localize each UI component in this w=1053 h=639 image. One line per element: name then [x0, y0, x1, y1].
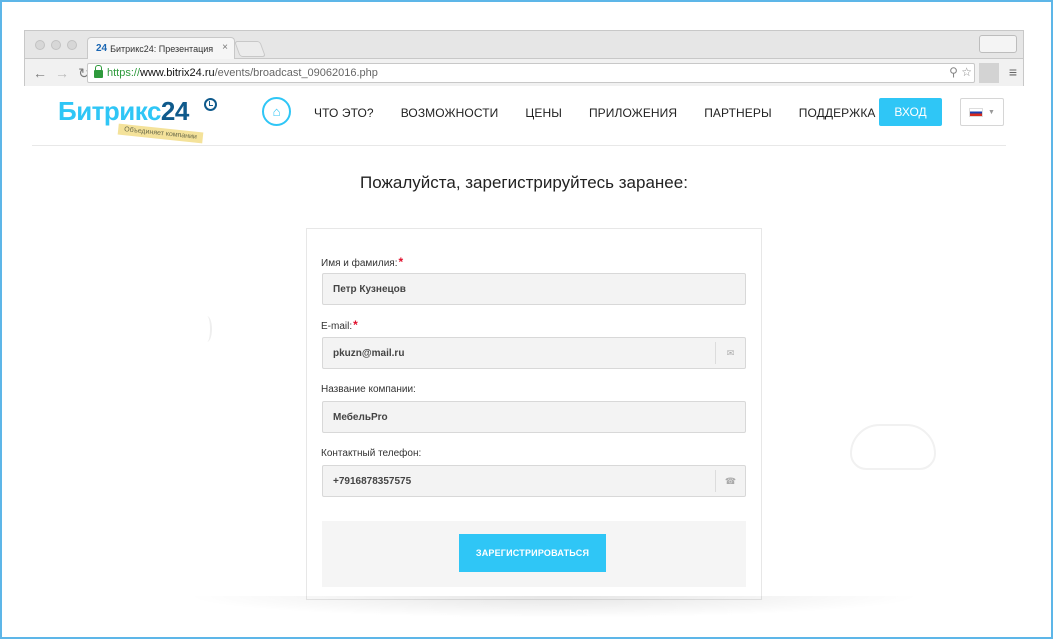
url-protocol: https:// — [107, 67, 141, 79]
chevron-down-icon: ▼ — [988, 108, 995, 116]
email-input[interactable]: pkuzn@mail.ru ✉ — [322, 337, 746, 369]
logo-text: Битрикс — [58, 96, 161, 126]
back-arrow-icon[interactable]: ← — [33, 65, 47, 81]
header-divider — [32, 145, 1006, 146]
decorative-arc — [202, 316, 212, 342]
nav-item-what[interactable]: ЧТО ЭТО? — [314, 106, 374, 120]
zoom-window-button[interactable] — [67, 40, 77, 50]
envelope-icon: ✉ — [715, 342, 745, 364]
main-nav: ЧТО ЭТО? ВОЗМОЖНОСТИ ЦЕНЫ ПРИЛОЖЕНИЯ ПАР… — [314, 106, 903, 120]
name-label-text: Имя и фамилия: — [321, 258, 398, 269]
browser-window: 24 Битрикс24: Презентация × ← → ↻ https:… — [24, 30, 1024, 86]
menu-icon[interactable]: ≡ — [1009, 64, 1017, 80]
nav-item-support[interactable]: ПОДДЕРЖКА — [799, 106, 876, 120]
browser-tab[interactable]: 24 Битрикс24: Презентация × — [87, 37, 235, 59]
nav-item-prices[interactable]: ЦЕНЫ — [525, 106, 562, 120]
register-button[interactable]: ЗАРЕГИСТРИРОВАТЬСЯ — [459, 534, 606, 572]
page-title: Пожалуйста, зарегистрируйтесь заранее: — [360, 173, 688, 192]
tab-bar: 24 Битрикс24: Презентация × — [25, 31, 1023, 59]
bookmark-star-icon[interactable]: ⚲ ☆ — [949, 65, 972, 79]
logo-number: 24 — [160, 96, 189, 126]
close-window-button[interactable] — [35, 40, 45, 50]
required-mark: * — [398, 255, 404, 269]
phone-value: +7916878357575 — [333, 475, 412, 487]
nav-item-apps[interactable]: ПРИЛОЖЕНИЯ — [589, 106, 677, 120]
company-value: МебельPro — [333, 411, 388, 423]
close-tab-icon[interactable]: × — [222, 42, 228, 53]
site-header: Битрикс24 Объединяет компании ⌂ ЧТО ЭТО?… — [24, 86, 1024, 146]
phone-input[interactable]: +7916878357575 ☎ — [322, 465, 746, 497]
submit-area: ЗАРЕГИСТРИРОВАТЬСЯ — [322, 521, 746, 587]
language-select[interactable]: ▼ — [960, 98, 1004, 126]
email-value: pkuzn@mail.ru — [333, 347, 405, 359]
window-controls — [35, 40, 77, 50]
tab-title: Битрикс24: Презентация — [110, 43, 214, 54]
registration-form: Имя и фамилия:* Петр Кузнецов E-mail:* p… — [306, 228, 762, 600]
clock-icon — [204, 98, 217, 111]
email-label: E-mail:* — [321, 318, 358, 332]
nav-item-partners[interactable]: ПАРТНЕРЫ — [704, 106, 772, 120]
phone-icon: ☎ — [715, 470, 745, 492]
minimize-window-button[interactable] — [51, 40, 61, 50]
name-input[interactable]: Петр Кузнецов — [322, 273, 746, 305]
decorative-cloud-icon — [850, 424, 936, 470]
company-input[interactable]: МебельPro — [322, 401, 746, 433]
home-icon: ⌂ — [272, 104, 281, 119]
new-tab-button[interactable] — [234, 41, 266, 57]
name-label: Имя и фамилия:* — [321, 255, 403, 269]
login-button[interactable]: ВХОД — [879, 98, 942, 126]
russian-flag-icon — [969, 107, 984, 117]
forward-arrow-icon[interactable]: → — [55, 65, 69, 81]
extension-icon[interactable] — [979, 63, 999, 83]
home-button[interactable]: ⌂ — [262, 97, 291, 126]
footer-shadow — [184, 596, 924, 618]
profile-button[interactable] — [979, 35, 1017, 53]
web-page: Битрикс24 Объединяет компании ⌂ ЧТО ЭТО?… — [24, 86, 1024, 619]
screenshot-frame: 24 Битрикс24: Презентация × ← → ↻ https:… — [0, 0, 1053, 639]
nav-item-features[interactable]: ВОЗМОЖНОСТИ — [401, 106, 499, 120]
company-label: Название компании: — [321, 384, 416, 395]
lock-icon — [94, 65, 103, 78]
email-label-text: E-mail: — [321, 321, 353, 332]
url-path: /events/broadcast_09062016.php — [214, 67, 378, 79]
browser-toolbar: ← → ↻ https:// www.bitrix24.ru /events/b… — [25, 59, 1023, 87]
url-host: www.bitrix24.ru — [140, 67, 215, 79]
name-value: Петр Кузнецов — [333, 283, 406, 295]
phone-label: Контактный телефон: — [321, 448, 422, 459]
tab-favicon: 24 — [96, 43, 108, 54]
logo[interactable]: Битрикс24 — [58, 96, 189, 127]
address-bar[interactable]: https:// www.bitrix24.ru /events/broadca… — [87, 63, 975, 83]
required-mark: * — [353, 318, 358, 332]
